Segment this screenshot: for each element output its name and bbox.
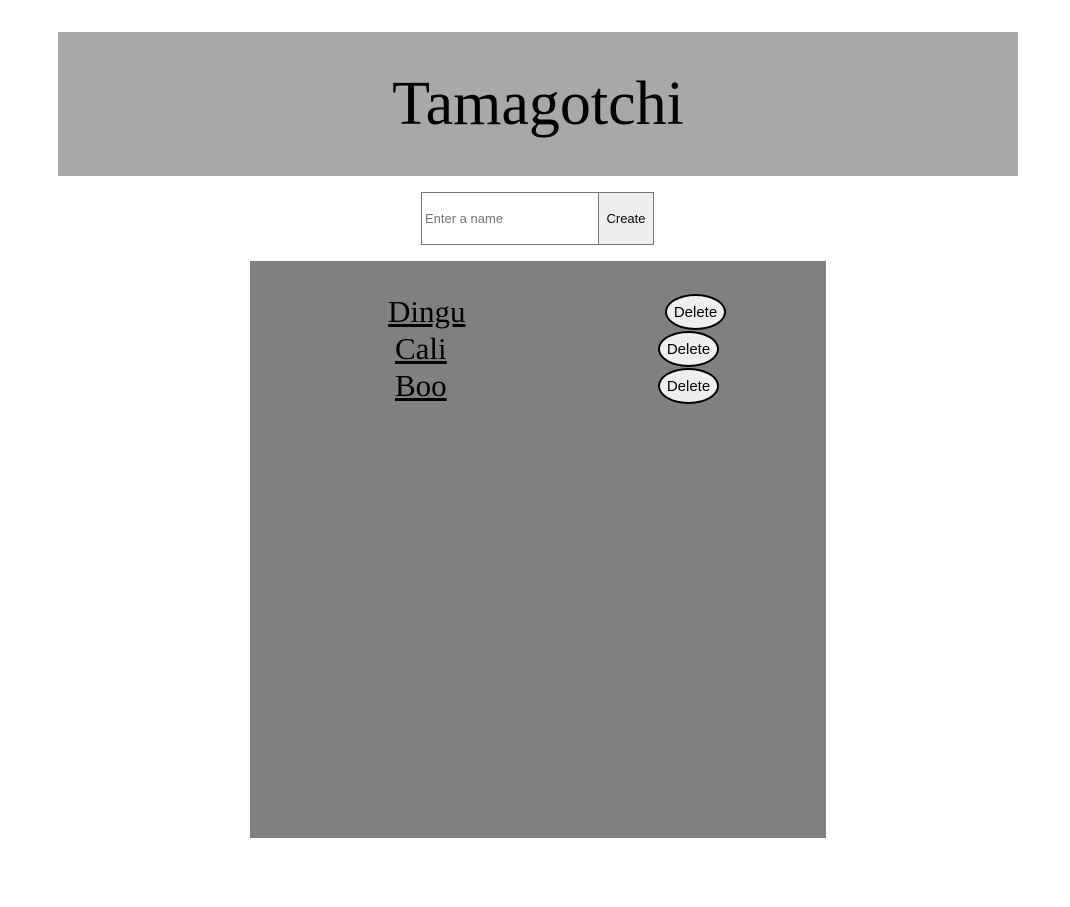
pet-link-cali[interactable]: Cali: [395, 333, 447, 364]
page-header: Tamagotchi: [58, 32, 1018, 176]
pet-name-input[interactable]: [421, 192, 598, 245]
pet-link-boo[interactable]: Boo: [395, 370, 447, 401]
create-pet-form: Create: [421, 192, 654, 245]
delete-button-cali[interactable]: Delete: [658, 331, 719, 367]
create-button[interactable]: Create: [598, 192, 654, 245]
list-item: Dingu Delete: [250, 294, 826, 331]
list-item: Cali Delete: [250, 331, 826, 368]
pet-list-panel: Dingu Delete Cali Delete Boo Delete: [250, 261, 826, 838]
pet-link-dingu[interactable]: Dingu: [388, 296, 466, 327]
delete-button-dingu[interactable]: Delete: [665, 294, 726, 330]
page-title: Tamagotchi: [392, 70, 684, 138]
delete-button-boo[interactable]: Delete: [658, 368, 719, 404]
list-item: Boo Delete: [250, 368, 826, 405]
